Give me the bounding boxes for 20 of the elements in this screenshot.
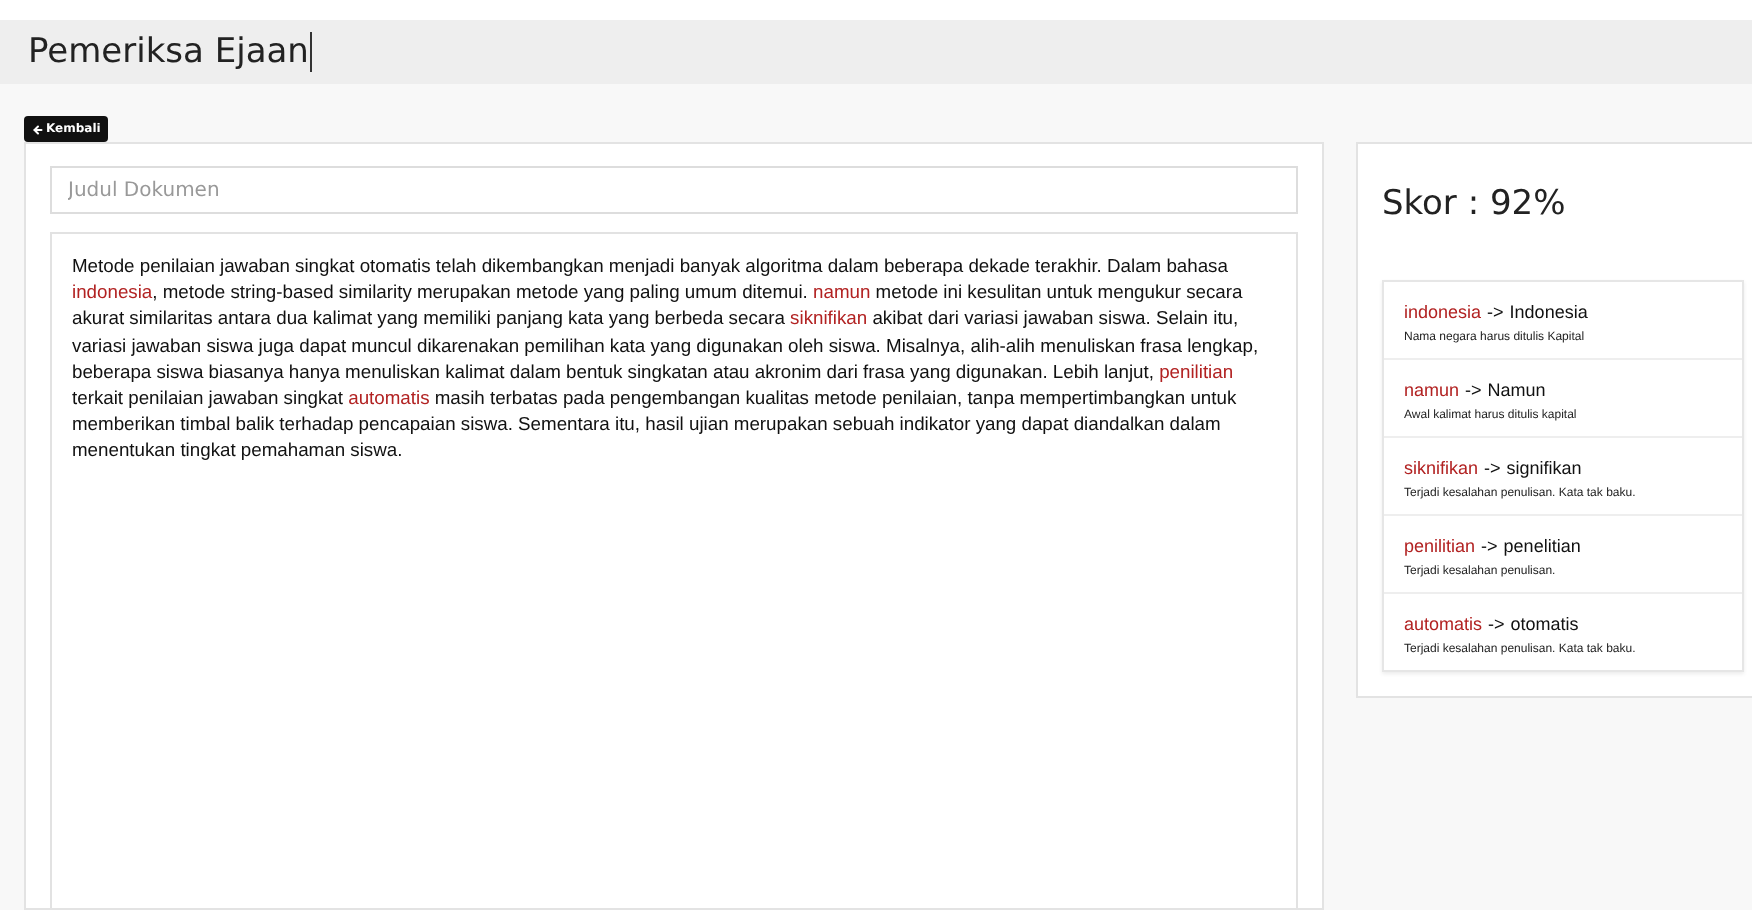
suggested-word: otomatis [1510, 614, 1579, 634]
arrow-text: -> [1484, 458, 1501, 478]
arrow-text: -> [1488, 614, 1505, 634]
arrow-left-icon [32, 123, 44, 135]
misspelled-word: namun [1404, 380, 1460, 400]
misspelled-word: automatis [1404, 614, 1483, 634]
misspelled-word: siknifikan [1404, 458, 1479, 478]
text-editor[interactable] [50, 232, 1298, 908]
document-text: Metode penilaian jawaban singkat otomatis telah dikembangkan menjadi banyak algoritma dalam beberapa dekade terakhir. Dalam bahasa indonesia, metode string-based similarity merupakan metode yang paling umum ditemui. namun metode ini kesulitan untuk mengukur secara akurat similaritas antara dua kalimat yang memiliki panjang kata yang berbeda secara siknifikan akibat dari variasi jawaban siswa. Selain itu, variasi jawaban siswa juga dapat muncul dikarenakan pemilihan kata yang digunakan oleh siswa. Misalnya, alih-alih menuliskan frasa lengkap, beberapa siswa biasanya hanya menuliskan kalimat dalam bentuk singkatan atau akronim dari frasa yang digunakan. Lebih lanjut, penilitian terkait penilaian jawaban singkat automatis masih terbatas pada pengembangan kualitas metode penilaian, tanpa mempertimbangkan untuk memberikan timbal balik terhadap pencapaian siswa. Sementara itu, hasil ujian merupakan sebuah indikator yang dapat diandalkan dalam menentukan tingkat pemahaman siswa. [72, 252, 1261, 464]
suggested-word: Namun [1487, 380, 1546, 400]
arrow-text: -> [1465, 380, 1482, 400]
score-text: Skor : 92% [1382, 184, 1568, 224]
suggested-word: signifikan [1506, 458, 1582, 478]
arrow-text: -> [1481, 536, 1498, 556]
suggested-word: penelitian [1503, 536, 1581, 556]
misspelled-word: indonesia [1404, 302, 1482, 322]
page-title: Pemeriksa Ejaan [28, 32, 313, 72]
arrow-text: -> [1487, 302, 1504, 322]
suggested-word: Indonesia [1509, 302, 1588, 322]
misspelled-word: penilitian [1404, 536, 1476, 556]
